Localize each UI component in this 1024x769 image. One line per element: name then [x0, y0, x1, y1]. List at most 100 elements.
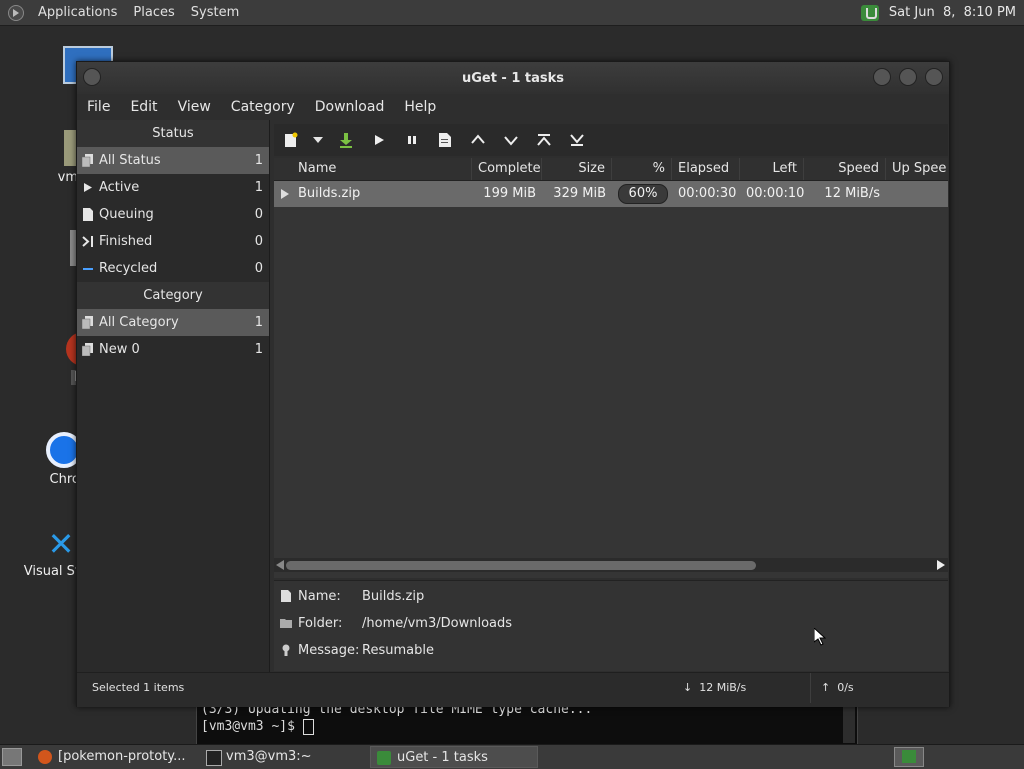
details-panel: Name: Builds.zip Folder: /home/vm3/Downl… — [274, 580, 948, 671]
menu-help[interactable]: Help — [394, 99, 446, 115]
firefox-icon — [38, 750, 52, 764]
terminal-scrollbar[interactable] — [843, 703, 855, 743]
pause-button[interactable] — [395, 126, 428, 154]
sidebar-item-active[interactable]: Active 1 — [77, 174, 269, 201]
start-button[interactable] — [362, 126, 395, 154]
column-size[interactable]: Size — [542, 158, 612, 180]
sidebar-item-label: Queuing — [99, 207, 154, 222]
sidebar-item-label: Recycled — [99, 261, 158, 276]
detail-message-label: Message: — [298, 643, 360, 658]
applications-menu[interactable]: Applications — [30, 5, 125, 20]
column-percent[interactable]: % — [612, 158, 672, 180]
move-bottom-button[interactable] — [560, 126, 593, 154]
scroll-left-icon[interactable] — [276, 560, 284, 570]
cell-complete: 199 MiB — [483, 186, 536, 201]
sidebar-item-new-0[interactable]: New 0 1 — [77, 336, 269, 363]
window-menu-icon[interactable] — [83, 68, 101, 86]
distro-logo-icon[interactable] — [8, 4, 24, 21]
cell-up-speed — [886, 181, 948, 207]
sidebar-item-all-status[interactable]: All Status 1 — [77, 147, 269, 174]
column-left[interactable]: Left — [740, 158, 804, 180]
cell-left: 00:00:10 — [746, 186, 804, 201]
window-title: uGet - 1 tasks — [461, 70, 565, 86]
maximize-button[interactable] — [899, 68, 917, 86]
category-icon — [82, 343, 93, 356]
uget-tray-icon[interactable] — [860, 4, 879, 21]
move-down-button[interactable] — [494, 126, 527, 154]
move-bottom-icon — [569, 134, 584, 146]
folder-icon — [280, 619, 292, 628]
taskbar-label: uGet - 1 tasks — [397, 750, 488, 765]
sidebar-item-count: 1 — [254, 180, 263, 195]
info-icon — [282, 644, 290, 656]
taskbar-label: [pokemon-prototy... — [58, 749, 186, 764]
panel-tray: Sat Jun 8, 8:10 PM — [860, 0, 1016, 25]
cell-name: Builds.zip — [274, 181, 472, 207]
column-up-speed[interactable]: Up Spee — [886, 158, 948, 180]
toolbar — [274, 124, 948, 156]
mouse-cursor-icon — [814, 628, 826, 646]
uget-icon — [902, 750, 916, 763]
terminal-cursor — [302, 718, 314, 735]
taskbar-terminal[interactable]: vm3@vm3:~ — [200, 746, 366, 768]
menu-view[interactable]: View — [168, 99, 221, 115]
scroll-right-icon[interactable] — [937, 560, 945, 570]
clock[interactable]: Sat Jun 8, 8:10 PM — [889, 5, 1016, 20]
taskbar-firefox[interactable]: [pokemon-prototy... — [32, 746, 196, 768]
menu-category[interactable]: Category — [221, 99, 305, 115]
download-speed: ↓ 12 MiB/s — [683, 681, 747, 694]
taskbar-label: vm3@vm3:~ — [226, 749, 312, 764]
vscode-icon: ✕ — [47, 525, 75, 563]
all-category-icon — [82, 316, 93, 329]
sidebar-item-all-category[interactable]: All Category 1 — [77, 309, 269, 336]
scrollbar-thumb[interactable] — [286, 561, 756, 570]
terminal-icon — [206, 750, 222, 766]
system-menu[interactable]: System — [183, 5, 247, 20]
top-panel: Applications Places System Sat Jun 8, 8:… — [0, 0, 1024, 26]
new-download-button[interactable] — [274, 126, 307, 154]
taskbar-uget[interactable]: uGet - 1 tasks — [370, 746, 538, 768]
terminal-prompt-line: [vm3@vm3 ~]$ — [197, 718, 857, 735]
column-speed[interactable]: Speed — [804, 158, 886, 180]
close-button[interactable] — [925, 68, 943, 86]
table-row[interactable]: Builds.zip 199 MiB 329 MiB 60% 00:00:30 … — [274, 181, 948, 207]
status-header: Status — [77, 120, 269, 147]
bottom-panel: [pokemon-prototy... vm3@vm3:~ uGet - 1 t… — [0, 744, 1024, 769]
sidebar-item-label: New 0 — [99, 342, 140, 357]
download-icon — [339, 133, 352, 148]
download-button[interactable] — [329, 126, 362, 154]
expander-icon[interactable] — [281, 189, 289, 199]
menu-edit[interactable]: Edit — [120, 99, 167, 115]
menu-download[interactable]: Download — [305, 99, 395, 115]
places-menu[interactable]: Places — [125, 5, 182, 20]
table-header: Name Complete Size % Elapsed Left Speed … — [274, 158, 948, 181]
sidebar-item-finished[interactable]: Finished 0 — [77, 228, 269, 255]
column-elapsed[interactable]: Elapsed — [672, 158, 740, 180]
sidebar-item-recycled[interactable]: Recycled 0 — [77, 255, 269, 282]
column-complete[interactable]: Complete — [472, 158, 542, 180]
sidebar-item-count: 0 — [254, 234, 263, 249]
finished-icon — [82, 236, 93, 247]
sidebar-item-count: 1 — [254, 153, 263, 168]
titlebar[interactable]: uGet - 1 tasks — [77, 62, 949, 94]
detail-folder-value: /home/vm3/Downloads — [362, 616, 513, 631]
minimize-button[interactable] — [873, 68, 891, 86]
menu-file[interactable]: File — [77, 99, 120, 115]
sidebar-item-count: 0 — [254, 207, 263, 222]
move-top-button[interactable] — [527, 126, 560, 154]
sidebar-item-queuing[interactable]: Queuing 0 — [77, 201, 269, 228]
pause-icon — [407, 136, 416, 144]
properties-button[interactable] — [428, 126, 461, 154]
download-list[interactable]: Name Complete Size % Elapsed Left Speed … — [274, 158, 948, 578]
workspace-switcher[interactable] — [894, 747, 924, 767]
detail-message-row: Message: Resumable — [274, 637, 948, 664]
uget-window: uGet - 1 tasks File Edit View Category D… — [76, 61, 950, 707]
column-name[interactable]: Name — [274, 158, 472, 180]
upload-speed: ↑ 0/s — [810, 673, 854, 703]
move-top-icon — [536, 134, 551, 146]
show-desktop-button[interactable] — [2, 748, 22, 766]
horizontal-scrollbar[interactable] — [274, 558, 948, 572]
new-dropdown-button[interactable] — [307, 126, 329, 154]
detail-message-value: Resumable — [362, 643, 434, 658]
move-up-button[interactable] — [461, 126, 494, 154]
